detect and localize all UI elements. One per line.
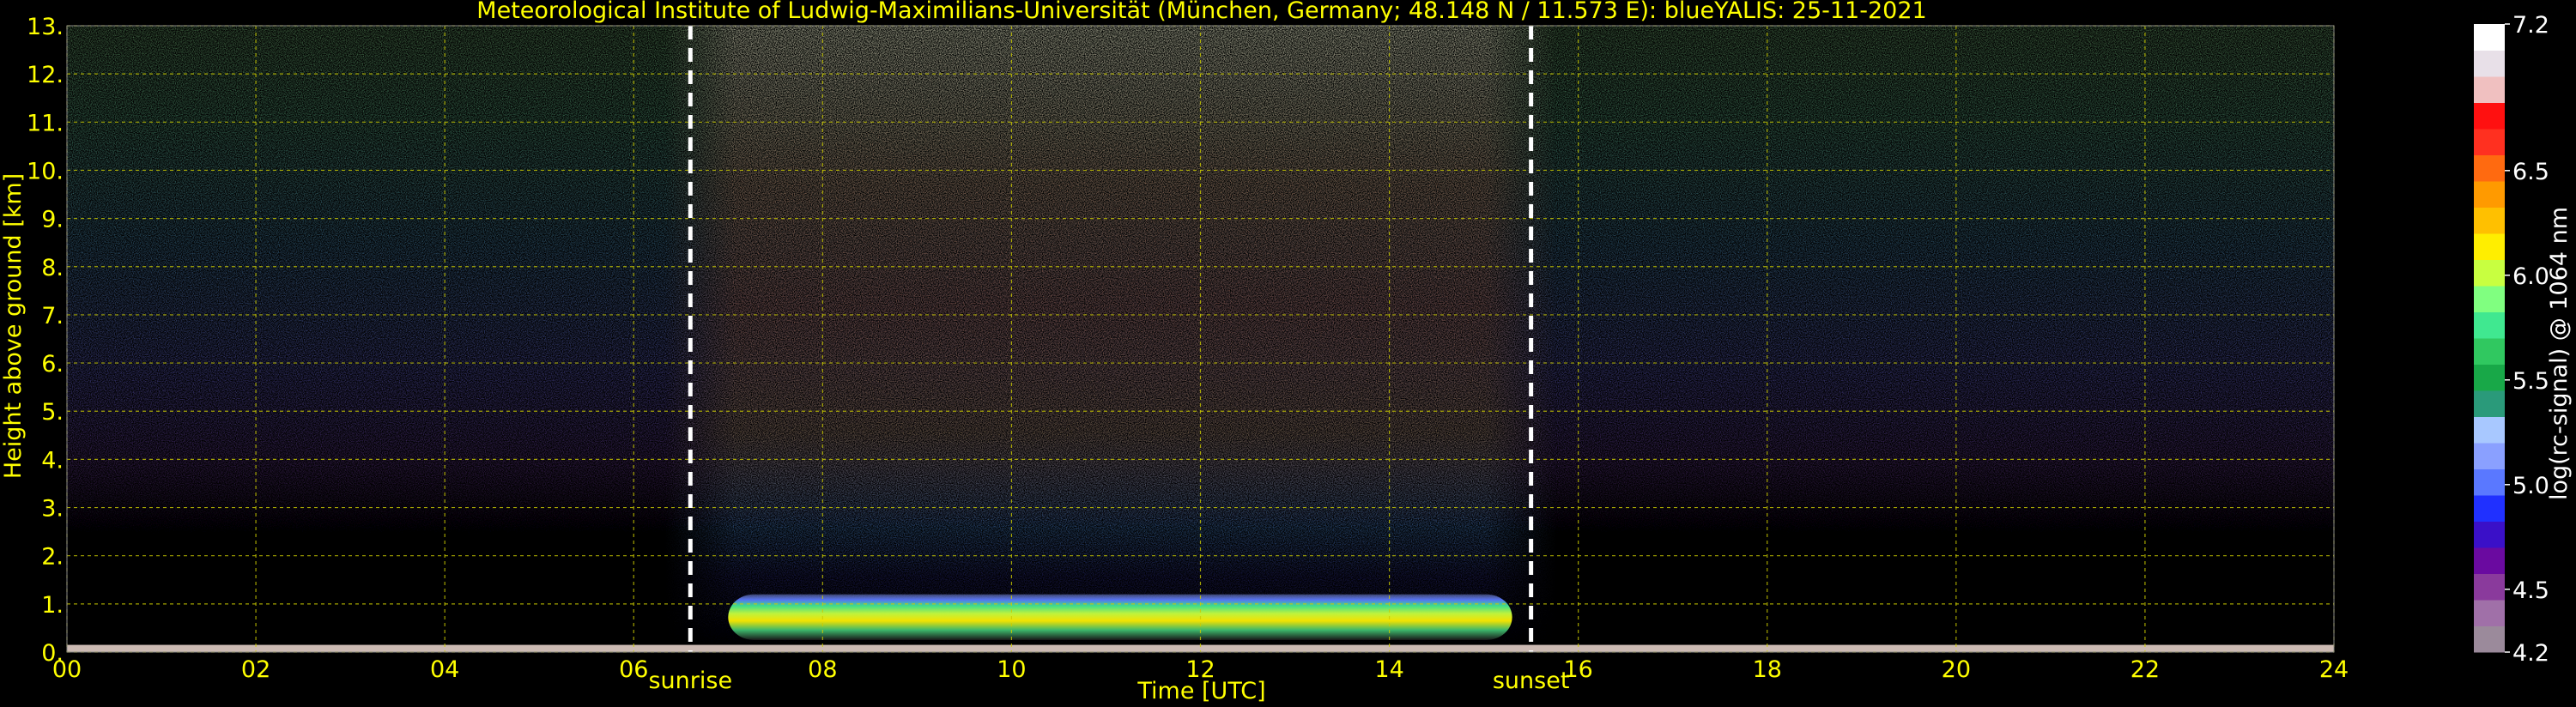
colorbar-tick-label: 7.2 [2512, 12, 2549, 39]
y-tick-label: 9. [41, 207, 64, 233]
colorbar-segment [2474, 311, 2505, 339]
colorbar-tick-label: 6.5 [2512, 159, 2549, 185]
colorbar-segment [2474, 364, 2505, 391]
x-tick-label: 24 [2319, 656, 2349, 683]
colorbar-segment [2474, 443, 2505, 469]
colorbar-segment [2474, 233, 2505, 260]
x-axis-label: Time [UTC] [1136, 678, 1265, 704]
x-tick-label: 08 [808, 656, 837, 683]
colorbar-segment [2474, 625, 2505, 653]
colorbar-segment [2474, 50, 2505, 77]
colorbar-segment [2474, 129, 2505, 155]
colorbar-segment [2474, 207, 2505, 234]
lidar-chart: sunrise sunset 00 02 04 06 08 10 12 14 16 18 20 22 24… [0, 0, 2573, 704]
y-tick-label: 2. [41, 544, 64, 571]
colorbar-segment [2474, 154, 2505, 182]
x-tick-label: 22 [2131, 656, 2160, 683]
colorbar-segment [2474, 102, 2505, 130]
colorbar-segment [2474, 468, 2505, 496]
colorbar-segment [2474, 521, 2505, 548]
sunset-label: sunset [1493, 668, 1570, 694]
colorbar-tick-label: 4.5 [2512, 577, 2549, 604]
y-tick-label: 5. [41, 399, 64, 426]
x-tick-label: 18 [1753, 656, 1782, 683]
y-tick-label: 8. [41, 255, 64, 281]
colorbar-segment [2474, 181, 2505, 208]
colorbar-segment [2474, 390, 2505, 417]
colorbar-label: log(rc-signal) @ 1064 nm [2546, 207, 2573, 500]
y-tick-label: 6. [41, 351, 64, 378]
colorbar-segment [2474, 416, 2505, 444]
colorbar-tick-label: 5.0 [2512, 473, 2549, 499]
x-tick-label: 10 [997, 656, 1026, 683]
colorbar-segment [2474, 259, 2505, 287]
x-tick-label: 14 [1374, 656, 1403, 683]
sunrise-label: sunrise [648, 668, 732, 694]
y-tick-label: 1. [41, 592, 64, 619]
y-axis-ticks: 0. 1. 2. 3. 4. 5. 6. 7. 8. 9. 10. 11. 12. 13. [27, 14, 64, 667]
colorbar-tick-label: 5.5 [2512, 368, 2549, 395]
colorbar-segment [2474, 338, 2505, 365]
colorbar-tick-label: 4.2 [2512, 640, 2549, 667]
day-signal-field [664, 26, 1557, 652]
y-tick-label: 3. [41, 496, 64, 523]
chart-title: Meteorological Institute of Ludwig-Maxim… [476, 0, 1926, 24]
y-tick-label: 12. [27, 62, 64, 88]
x-tick-label: 16 [1563, 656, 1592, 683]
y-tick-label: 7. [41, 303, 64, 329]
colorbar-segment [2474, 286, 2505, 312]
colorbar-tick-label: 6.0 [2512, 263, 2549, 290]
colorbar-segment [2474, 76, 2505, 103]
y-tick-label: 0. [41, 640, 64, 667]
y-tick-label: 13. [27, 14, 64, 40]
colorbar-segment [2474, 495, 2505, 522]
colorbar-segment [2474, 24, 2505, 51]
colorbar-segment [2474, 573, 2505, 601]
x-tick-label: 06 [619, 656, 648, 683]
x-tick-label: 02 [241, 656, 270, 683]
y-tick-label: 11. [27, 110, 64, 136]
colorbar-segment [2474, 547, 2505, 574]
x-tick-label: 04 [430, 656, 459, 683]
colorbar-segment [2474, 600, 2505, 626]
y-tick-label: 4. [41, 447, 64, 474]
colorbar: 4.2 4.5 5.0 5.5 6.0 6.5 7.2 [2474, 12, 2549, 667]
y-axis-label: Height above ground [km] [0, 173, 27, 479]
y-tick-label: 10. [27, 158, 64, 184]
boundary-layer-band [728, 594, 1512, 640]
x-tick-label: 20 [1942, 656, 1971, 683]
